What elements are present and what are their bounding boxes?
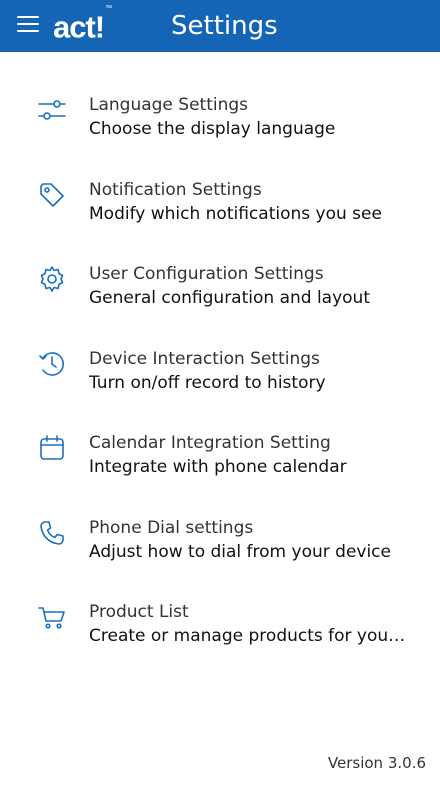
setting-device-interaction[interactable]: Device Interaction Settings Turn on/off … [0, 306, 440, 393]
setting-calendar-integration[interactable]: Calendar Integration Setting Integrate w… [0, 390, 440, 477]
settings-list: Language Settings Choose the display lan… [0, 52, 440, 646]
setting-title: Calendar Integration Setting [89, 433, 331, 453]
setting-notification[interactable]: Notification Settings Modify which notif… [0, 137, 440, 224]
cart-icon [37, 602, 67, 632]
phone-icon [37, 518, 67, 548]
setting-title: Device Interaction Settings [89, 348, 320, 369]
version-label: Version 3.0.6 [327, 754, 426, 772]
setting-subtitle: Create or manage products for your oppor… [89, 626, 409, 646]
app-bar: act!™ Settings [0, 0, 440, 52]
page-title: Settings [171, 11, 278, 41]
setting-user-configuration[interactable]: User Configuration Settings General conf… [0, 221, 440, 308]
setting-title: Product List [89, 602, 189, 622]
setting-title: User Configuration Settings [89, 264, 324, 284]
setting-title: Phone Dial settings [89, 517, 254, 538]
setting-language[interactable]: Language Settings Choose the display lan… [0, 52, 440, 139]
calendar-icon [37, 433, 67, 463]
history-icon [37, 349, 67, 379]
sliders-icon [37, 95, 67, 125]
hamburger-menu-icon[interactable] [17, 16, 39, 36]
setting-phone-dial[interactable]: Phone Dial settings Adjust how to dial f… [0, 475, 440, 562]
setting-product-list[interactable]: Product List Create or manage products f… [0, 559, 440, 646]
tag-icon [37, 180, 67, 210]
setting-title: Language Settings [89, 95, 249, 115]
setting-title: Notification Settings [89, 179, 262, 200]
gear-icon [37, 264, 67, 294]
act-logo: act!™ [53, 5, 112, 45]
